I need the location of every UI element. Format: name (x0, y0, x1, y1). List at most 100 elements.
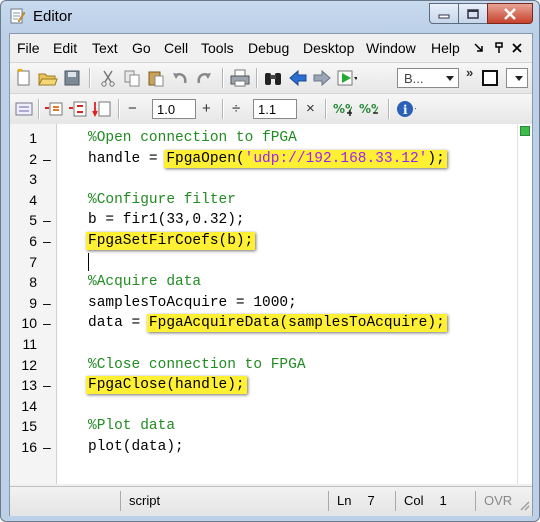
code-line[interactable]: 12 %Close connection to FPGA (10, 355, 518, 375)
help-button[interactable]: i (396, 99, 416, 119)
menu-file[interactable]: File (17, 40, 40, 56)
menu-edit[interactable]: Edit (53, 40, 77, 56)
status-line-label: Ln (337, 493, 352, 508)
run-button[interactable] (337, 68, 357, 88)
stack-dropdown[interactable]: B... (397, 68, 459, 88)
breakpoint-dash[interactable]: – (43, 295, 51, 311)
chevron-down-icon (446, 76, 454, 81)
line-number: 8 (29, 274, 37, 291)
show-cell-titles-button[interactable]: %% (332, 99, 352, 119)
code-line[interactable]: 15 %Plot data (10, 416, 518, 436)
pin-icon[interactable] (494, 42, 504, 54)
vertical-scrollbar[interactable] (517, 124, 532, 484)
code-line[interactable]: 9– samplesToAcquire = 1000; (10, 293, 518, 313)
code-line[interactable]: 1 %Open connection to fPGA (10, 128, 518, 148)
hide-cell-titles-button[interactable]: %% (358, 99, 378, 119)
cell-divide-button[interactable]: ÷ (232, 100, 240, 117)
comment-text: %Acquire data (88, 274, 202, 291)
code-text: %Configure filter (88, 192, 236, 208)
go-forward-button[interactable] (312, 68, 332, 88)
cut-button[interactable] (98, 68, 118, 88)
status-line-value: 7 (367, 493, 375, 508)
eval-cell-icon (45, 102, 63, 116)
menu-desktop[interactable]: Desktop (303, 40, 354, 56)
close-document-icon[interactable] (512, 43, 522, 53)
undock-icon[interactable] (474, 43, 484, 53)
code-line[interactable]: 14 (10, 396, 518, 416)
code-text: handle = FpgaOpen('udp://192.168.33.12')… (88, 149, 447, 168)
resize-grip-icon[interactable] (518, 499, 530, 511)
binoculars-icon (265, 73, 281, 85)
status-col-label: Col (404, 493, 424, 508)
line-number: 10 (21, 315, 37, 332)
cell-times-button[interactable]: × (306, 100, 315, 117)
breakpoint-dash[interactable]: – (43, 315, 51, 331)
code-line[interactable]: 10– data = FpgaAcquireData(samplesToAcqui… (10, 313, 518, 333)
undo-button[interactable] (170, 68, 190, 88)
paste-button[interactable] (146, 68, 166, 88)
breakpoint-dash[interactable]: – (43, 212, 51, 228)
new-file-icon (17, 69, 30, 86)
code-analyzer-ok-icon[interactable] (520, 126, 530, 136)
menu-bar: File Edit Text Go Cell Tools Debug Deskt… (10, 34, 532, 62)
breakpoint-dash[interactable]: – (43, 151, 51, 167)
code-line[interactable]: 7 (10, 252, 518, 272)
save-icon (64, 70, 80, 86)
redo-button[interactable] (194, 68, 214, 88)
statement-text: plot(data); (88, 439, 184, 455)
percent-minus-icon: %% (359, 102, 378, 116)
layout-dropdown[interactable] (506, 68, 528, 88)
line-number: 1 (29, 130, 37, 146)
percent-plus-icon: %% (333, 102, 352, 116)
eval-advance-button[interactable] (68, 99, 88, 119)
breakpoint-dash[interactable]: – (43, 233, 51, 249)
code-line[interactable]: 16– plot(data); (10, 437, 518, 457)
maximize-button[interactable] (458, 3, 488, 24)
find-button[interactable] (263, 68, 283, 88)
menu-tools[interactable]: Tools (201, 40, 234, 56)
comment-text: %Open connection to fPGA (88, 130, 297, 146)
close-button[interactable] (487, 3, 533, 24)
code-line[interactable]: 3 (10, 169, 518, 189)
menu-debug[interactable]: Debug (248, 40, 289, 56)
text-caret (88, 252, 89, 271)
menu-text[interactable]: Text (92, 40, 118, 56)
code-line[interactable]: 8 %Acquire data (10, 272, 518, 292)
cell-mode-icon (15, 102, 33, 116)
cell-minus-button[interactable]: − (128, 100, 137, 117)
code-line[interactable]: 13– FpgaClose(handle); (10, 375, 518, 395)
copy-button[interactable] (122, 68, 142, 88)
layout-button[interactable] (480, 68, 500, 88)
open-file-button[interactable] (38, 68, 58, 88)
minimize-button[interactable] (429, 3, 459, 24)
cell-divide-field[interactable]: 1.0 (152, 99, 196, 119)
menu-help[interactable]: Help (431, 40, 460, 56)
printer-icon (230, 69, 250, 87)
copy-icon (124, 70, 140, 87)
svg-text:i: i (403, 103, 408, 117)
go-back-button[interactable] (288, 68, 308, 88)
code-line[interactable]: 2– handle = FpgaOpen('udp://192.168.33.12… (10, 149, 518, 169)
code-editor[interactable]: 1 %Open connection to fPGA 2– handle = Fpga… (10, 124, 532, 484)
code-line[interactable]: 4 %Configure filter (10, 190, 518, 210)
code-line[interactable]: 6– FpgaSetFirCoefs(b); (10, 231, 518, 251)
line-number: 13 (21, 377, 37, 394)
code-line[interactable]: 5– b = fir1(33,0.32); (10, 210, 518, 230)
cell-multiply-field[interactable]: 1.1 (253, 99, 297, 119)
print-button[interactable] (230, 68, 250, 88)
toolbar-overflow-icon[interactable]: » (466, 65, 473, 80)
eval-cell-button[interactable] (44, 99, 64, 119)
menu-go[interactable]: Go (132, 40, 151, 56)
cell-plus-button[interactable]: + (202, 100, 211, 117)
code-line[interactable]: 11 (10, 334, 518, 354)
breakpoint-dash[interactable]: – (43, 439, 51, 455)
save-button[interactable] (62, 68, 82, 88)
cell-mode-button[interactable] (14, 99, 34, 119)
breakpoint-dash[interactable]: – (43, 377, 51, 393)
menu-cell[interactable]: Cell (164, 40, 188, 56)
status-file-type: script (120, 491, 322, 511)
menu-window[interactable]: Window (366, 40, 416, 56)
maximize-icon (467, 8, 479, 19)
eval-file-button[interactable] (92, 99, 112, 119)
new-file-button[interactable] (14, 68, 34, 88)
